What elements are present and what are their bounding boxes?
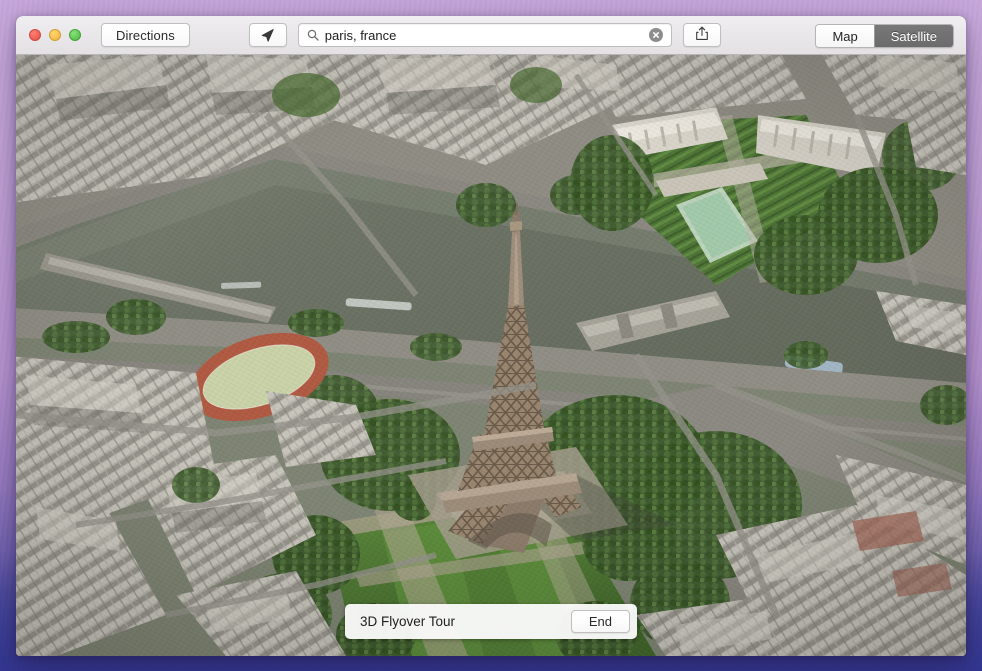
map-mode-segmented-control[interactable]: Map Satellite [815, 24, 954, 48]
map-mode-option-map[interactable]: Map [816, 25, 874, 47]
end-button-label: End [588, 614, 612, 629]
desktop: Directions paris, france Map Satellite 3… [0, 0, 982, 671]
flyover-tour-banner: 3D Flyover Tour End [345, 604, 637, 639]
search-icon [307, 29, 319, 41]
search-input[interactable] [324, 27, 649, 43]
maps-window: Directions paris, france Map Satellite 3… [16, 16, 966, 656]
clear-search-icon[interactable] [648, 28, 663, 42]
satellite-imagery [16, 55, 966, 656]
flyover-tour-label: 3D Flyover Tour [360, 614, 456, 629]
search-field[interactable] [297, 23, 672, 47]
zoom-button[interactable] [69, 29, 81, 41]
directions-label: Directions [116, 27, 175, 43]
minimize-button[interactable] [49, 29, 61, 41]
map-mode-map-label: Map [832, 28, 858, 44]
current-location-button[interactable] [248, 23, 287, 47]
map-view[interactable]: 3D Flyover Tour End [16, 55, 966, 656]
share-button[interactable] [682, 23, 721, 47]
window-toolbar: Directions paris, france Map Satellite [16, 16, 966, 55]
share-icon [695, 26, 709, 44]
directions-button[interactable]: Directions [101, 23, 190, 47]
traffic-lights [29, 29, 81, 41]
navigation-arrow-icon [260, 28, 275, 43]
map-mode-satellite-label: Satellite [890, 28, 937, 44]
map-mode-option-satellite[interactable]: Satellite [873, 25, 953, 47]
end-flyover-button[interactable]: End [570, 610, 630, 633]
close-button[interactable] [29, 29, 41, 41]
